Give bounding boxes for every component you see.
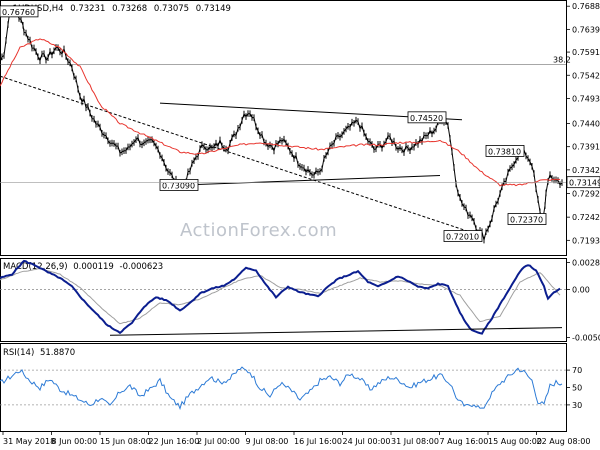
price-y-tick-label: 0.75420: [572, 71, 600, 80]
price-y-tick-label: 0.73420: [572, 166, 600, 175]
x-tick-label: 24 Jul 00:00: [343, 437, 391, 446]
price-y-tick-label: 0.76390: [572, 25, 600, 34]
macd-value: 0.000119: [73, 262, 114, 272]
price-label: 0.74520: [410, 114, 443, 123]
rsi-y-tick-label: 70: [572, 366, 582, 375]
low-value: 0.73075: [154, 4, 189, 14]
macd-panel-header: MACD(12,26,9) 0.000119 -0.000623: [3, 262, 163, 272]
chart-canvas: ▼ AUDUSD,H4 0.73231 0.73268 0.73075 0.73…: [0, 0, 600, 450]
watermark: ActionForex.com: [180, 220, 337, 241]
x-tick-label: 31 May 2018: [3, 437, 55, 446]
x-tick-label: 15 Aug 00:00: [488, 437, 542, 446]
last-price-label: 0.73149: [569, 179, 600, 188]
macd-y-tick-label: 0.002839: [572, 258, 600, 267]
price-label: 0.72010: [446, 233, 479, 242]
price-y-tick-label: 0.74400: [572, 120, 600, 129]
x-tick-label: 9 Jul 08:00: [246, 437, 289, 446]
rsi-y-tick-label: 50: [572, 384, 582, 393]
price-label: 0.72370: [510, 216, 543, 225]
fib-level-label: 38.2: [553, 55, 571, 64]
rsi-y-tick-label: 30: [572, 401, 582, 410]
x-tick-label: 7 Aug 16:00: [440, 437, 489, 446]
high-value: 0.73268: [112, 4, 147, 14]
x-tick-label: 2 Jul 00:00: [197, 437, 240, 446]
price-label: 0.76760: [2, 8, 35, 17]
price-y-tick-label: 0.71930: [572, 236, 600, 245]
x-tick-label: 8 Jun 00:00: [52, 437, 98, 446]
price-y-tick-label: 0.72920: [572, 190, 600, 199]
x-tick-label: 16 Jul 16:00: [294, 437, 342, 446]
rsi-name: RSI(14): [3, 348, 34, 358]
macd-name: MACD(12,26,9): [3, 262, 68, 272]
x-tick-label: 22 Jun 16:00: [149, 437, 200, 446]
price-y-tick-label: 0.73910: [572, 143, 600, 152]
macd-y-tick-label: -0.005021: [572, 333, 600, 342]
price-y-tick-label: 0.74930: [572, 94, 600, 103]
macd-y-tick-label: 0.00: [572, 286, 590, 295]
price-y-tick-label: 0.75910: [572, 48, 600, 57]
open-value: 0.73231: [70, 4, 105, 14]
rsi-panel-header: RSI(14) 51.8870: [3, 348, 75, 358]
price-y-tick-label: 0.72420: [572, 213, 600, 222]
x-tick-label: 15 Jun 08:00: [100, 437, 151, 446]
rsi-value: 51.8870: [40, 348, 75, 358]
x-tick-label: 22 Aug 08:00: [537, 437, 591, 446]
macd-signal-value: -0.000623: [120, 262, 164, 272]
price-y-tick-label: 0.76880: [572, 2, 600, 11]
close-value: 0.73149: [196, 4, 231, 14]
x-tick-label: 31 Jul 08:00: [391, 437, 439, 446]
price-label: 0.73810: [488, 147, 521, 156]
